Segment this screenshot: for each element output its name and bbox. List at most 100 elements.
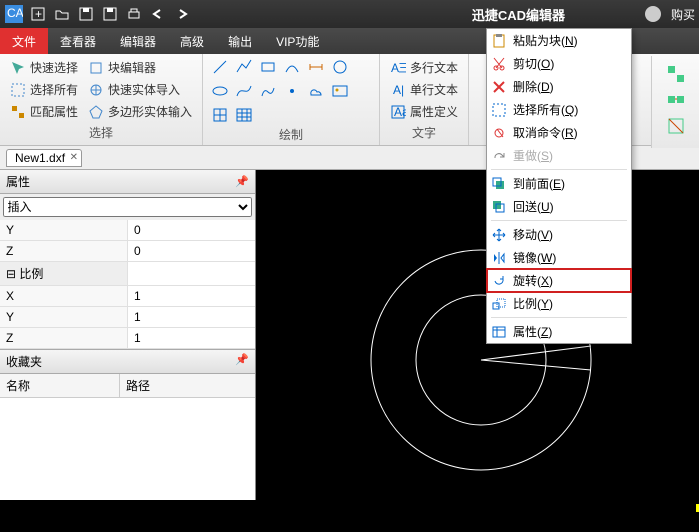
menu-selectall[interactable]: 选择所有(Q) [487, 98, 631, 121]
prop-val[interactable]: 1 [128, 307, 255, 327]
selectall-icon [491, 102, 507, 118]
svg-text:A|: A| [393, 83, 404, 97]
tab-output[interactable]: 输出 [216, 28, 264, 54]
svg-text:Aa: Aa [394, 105, 406, 119]
context-menu: 粘贴为块(N)剪切(O)删除(D)选择所有(Q)取消命令(R)重做(S) 到前面(… [486, 28, 632, 344]
fav-col-name[interactable]: 名称 [0, 374, 120, 397]
tab-editor[interactable]: 编辑器 [108, 28, 168, 54]
prop-key: X [0, 286, 128, 306]
svg-text:三: 三 [398, 61, 406, 75]
fav-col-path[interactable]: 路径 [120, 374, 156, 397]
fast-select-button[interactable]: 快速选择 [8, 58, 80, 77]
tab-viewer[interactable]: 查看器 [48, 28, 108, 54]
cloud-tool-icon[interactable] [307, 82, 325, 100]
user-icon[interactable] [645, 6, 661, 22]
match-prop-button[interactable]: 匹配属性 [8, 102, 80, 121]
pin-icon[interactable]: 📌 [235, 175, 249, 188]
file-tab-label: New1.dxf [15, 151, 65, 165]
menu-move[interactable]: 移动(V) [487, 223, 631, 246]
arc-tool-icon[interactable] [283, 58, 301, 76]
mirror-icon [491, 250, 507, 266]
multiline-text-button[interactable]: A三多行文本 [388, 58, 460, 77]
polygon-entity-input-button[interactable]: 多边形实体输入 [86, 102, 194, 121]
menu-front[interactable]: 到前面(E) [487, 172, 631, 195]
insert-select[interactable]: 插入 [3, 197, 253, 217]
prop-val[interactable]: 1 [128, 328, 255, 348]
pin-icon[interactable]: 📌 [235, 353, 249, 370]
side-icon-2[interactable] [666, 90, 686, 110]
select-all-button[interactable]: 选择所有 [8, 80, 80, 99]
table-tool-icon[interactable] [235, 106, 253, 124]
cancel-icon [491, 125, 507, 141]
open-icon[interactable] [52, 4, 72, 24]
prop-key: Z [0, 241, 128, 261]
tab-file[interactable]: 文件 [0, 28, 48, 54]
cut-icon [491, 56, 507, 72]
point-tool-icon[interactable] [283, 82, 301, 100]
fav-list [0, 398, 255, 500]
svg-text:+: + [35, 7, 42, 21]
back-icon [491, 199, 507, 215]
menu-props[interactable]: 属性(Z) [487, 320, 631, 343]
hatch-tool-icon[interactable] [211, 106, 229, 124]
group-text-label: 文字 [388, 122, 460, 141]
side-icon-3[interactable] [666, 116, 686, 136]
redo-icon[interactable] [172, 4, 192, 24]
rotate-icon [491, 273, 507, 289]
line-tool-icon[interactable] [211, 58, 229, 76]
block-editor-button[interactable]: 块编辑器 [86, 58, 194, 77]
attr-def-button[interactable]: Aa属性定义 [388, 102, 460, 121]
buy-link[interactable]: 购买 [671, 6, 695, 23]
save-icon[interactable] [76, 4, 96, 24]
fav-panel-title: 收藏夹 [6, 353, 42, 370]
menu-redo: 重做(S) [487, 144, 631, 167]
image-tool-icon[interactable] [331, 82, 349, 100]
side-icon-1[interactable] [666, 64, 686, 84]
scale-icon [491, 296, 507, 312]
props-panel-title: 属性 [6, 173, 30, 190]
paste-icon [491, 33, 507, 49]
group-select-label: 选择 [8, 122, 194, 141]
menu-back[interactable]: 回送(U) [487, 195, 631, 218]
prop-val[interactable]: 0 [128, 241, 255, 261]
polyline-tool-icon[interactable] [235, 58, 253, 76]
menu-cancel[interactable]: 取消命令(R) [487, 121, 631, 144]
circle-tool-icon[interactable] [331, 58, 349, 76]
app-title: 迅捷CAD编辑器 [472, 5, 565, 24]
prop-val[interactable]: 1 [128, 286, 255, 306]
ellipse-tool-icon[interactable] [211, 82, 229, 100]
spline-tool-icon[interactable] [235, 82, 253, 100]
print-icon[interactable] [124, 4, 144, 24]
menu-scale[interactable]: 比例(Y) [487, 292, 631, 315]
single-line-text-button[interactable]: A|单行文本 [388, 80, 460, 99]
rect-tool-icon[interactable] [259, 58, 277, 76]
front-icon [491, 176, 507, 192]
menu-cut[interactable]: 剪切(O) [487, 52, 631, 75]
tab-advanced[interactable]: 高级 [168, 28, 216, 54]
dim-tool-icon[interactable] [307, 58, 325, 76]
group-draw-label: 绘制 [211, 124, 371, 143]
props-icon [491, 324, 507, 340]
close-tab-icon[interactable]: ✕ [70, 152, 78, 163]
app-icon: CAD [4, 4, 24, 24]
new-icon[interactable]: + [28, 4, 48, 24]
prop-group[interactable]: ⊟ 比例 [0, 262, 128, 285]
prop-val[interactable]: 0 [128, 220, 255, 240]
menu-rotate[interactable]: 旋转(X) [487, 269, 631, 292]
saveas-icon[interactable] [100, 4, 120, 24]
menu-paste[interactable]: 粘贴为块(N) [487, 29, 631, 52]
prop-key: Z [0, 328, 128, 348]
menu-delete[interactable]: 删除(D) [487, 75, 631, 98]
prop-key: Y [0, 220, 128, 240]
svg-text:CAD: CAD [7, 6, 23, 20]
file-tab[interactable]: New1.dxf ✕ [6, 149, 82, 167]
tab-vip[interactable]: VIP功能 [264, 28, 331, 54]
drawing-canvas[interactable] [256, 170, 699, 500]
sketch-tool-icon[interactable] [259, 82, 277, 100]
menu-mirror[interactable]: 镜像(W) [487, 246, 631, 269]
delete-icon [491, 79, 507, 95]
fast-entity-import-button[interactable]: 快速实体导入 [86, 80, 194, 99]
undo-icon[interactable] [148, 4, 168, 24]
prop-key: Y [0, 307, 128, 327]
redo-icon [491, 148, 507, 164]
